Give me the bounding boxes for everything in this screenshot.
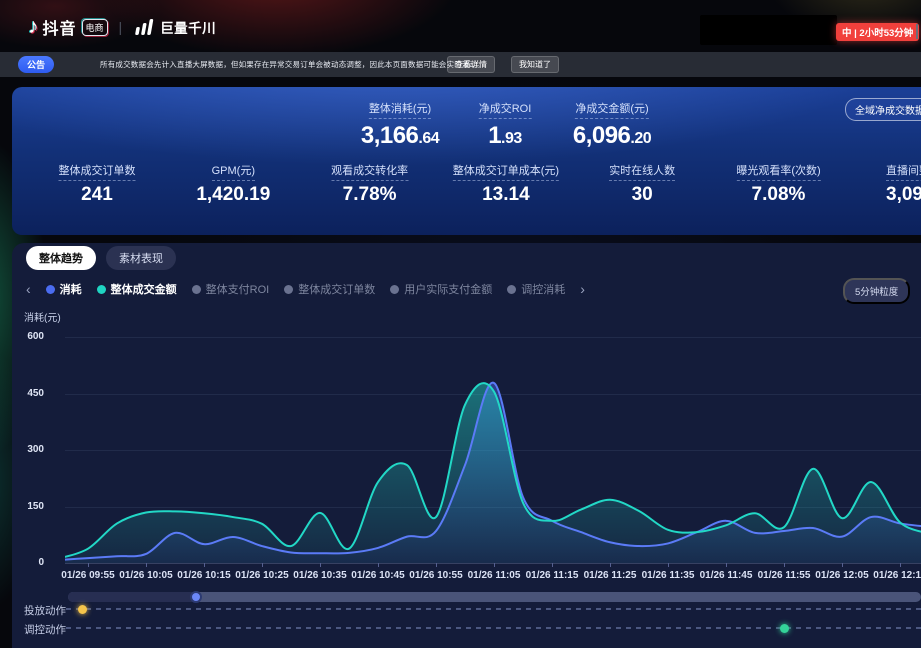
metric-value: 7.78% [331, 184, 408, 206]
legend-scroll-left-icon[interactable]: ‹ [26, 283, 31, 295]
metric-label: 净成交金额(元) [575, 100, 648, 119]
metric-label: 观看成交转化率 [331, 162, 408, 181]
legend-label: 整体成交金额 [111, 281, 177, 297]
secondary-metric: GPM(元) 1,420.19 [196, 161, 270, 206]
legend-dot-icon [390, 285, 399, 294]
metric-label: 整体成交订单数 [59, 162, 136, 181]
metric-label: 曝光观看率(次数) [736, 162, 820, 181]
y-axis-tick-label: 0 [16, 557, 44, 568]
metric-label: 整体成交订单成本(元) [453, 162, 559, 181]
trend-chart[interactable] [65, 330, 921, 566]
legend-label: 用户实际支付金额 [404, 281, 492, 297]
chart-scrollbar-viewed [68, 592, 196, 602]
legend-items: 消耗 整体成交金额 整体支付ROI 整体成交订单数 用户实际支付金额 调控消耗 [46, 281, 566, 297]
view-details-button[interactable]: 查看详情 [447, 56, 495, 73]
metric-value: 1,420.19 [196, 184, 270, 206]
metric-value: 7.08% [736, 184, 820, 206]
metric-int: 3,166 [361, 122, 419, 149]
action-row-timeline [66, 627, 921, 629]
data-scope-selector[interactable]: 全域净成交数据 ▾ [845, 98, 921, 121]
metric-value: 1.93 [479, 122, 532, 150]
action-marker-dot[interactable] [78, 605, 87, 614]
metric-dec: .20 [630, 130, 651, 147]
metric-value: 30 [609, 184, 675, 206]
brand-douyin: 抖音 [43, 15, 77, 39]
legend-item[interactable]: 消耗 [46, 281, 82, 297]
metric-dec: .93 [501, 130, 522, 147]
header-logo-row: ♪ 抖音 电商 | 巨量千川 [28, 15, 216, 39]
metric-label: 实时在线人数 [609, 162, 675, 181]
action-row-label: 投放动作 [24, 603, 66, 618]
notice-badge: 公告 [18, 56, 54, 73]
metric-label: 直播间整体成交金额(元) [886, 162, 921, 181]
metric-value: 3,09 [886, 184, 921, 206]
legend-dot-icon [507, 285, 516, 294]
y-axis-tick-label: 450 [16, 388, 44, 399]
legend-item[interactable]: 调控消耗 [507, 281, 565, 297]
y-axis-tick-label: 300 [16, 444, 44, 455]
legend-dot-icon [97, 285, 106, 294]
y-axis-title: 消耗(元) [24, 309, 61, 324]
metric-label: 净成交ROI [479, 100, 532, 119]
legend-label: 整体成交订单数 [298, 281, 375, 297]
tab-overall-trend[interactable]: 整体趋势 [26, 246, 96, 270]
secondary-metric: 整体成交订单数 241 [59, 161, 136, 206]
metric-int: 1 [488, 122, 501, 149]
legend-label: 整体支付ROI [206, 281, 270, 297]
redacted-account-info [700, 15, 837, 45]
trend-tabs: 整体趋势素材表现 [26, 246, 176, 270]
ecommerce-badge: 电商 [82, 19, 108, 36]
live-duration-badge: 中 | 2小时53分钟 [836, 23, 919, 41]
metric-value: 13.14 [453, 184, 559, 206]
primary-metric: 净成交金额(元) 6,096.20 [573, 99, 651, 150]
legend-scroll-right-icon[interactable]: › [580, 283, 585, 295]
brand-qianchuan: 巨量千川 [160, 17, 216, 37]
notice-bar: 公告 所有成交数据会先计入直播大屏数据，但如果存在异常交易订单会被动态调整，因此… [0, 52, 921, 77]
chart-scrollbar-handle[interactable] [190, 591, 202, 603]
action-row-timeline [66, 608, 921, 610]
douyin-note-icon: ♪ [28, 17, 39, 37]
legend-item[interactable]: 整体成交订单数 [284, 281, 375, 297]
legend-label: 消耗 [60, 281, 82, 297]
metric-value: 6,096.20 [573, 122, 651, 150]
secondary-metric: 观看成交转化率 7.78% [331, 161, 408, 206]
metric-label: GPM(元) [212, 162, 255, 181]
legend-dot-icon [284, 285, 293, 294]
legend-item[interactable]: 整体成交金额 [97, 281, 177, 297]
legend-item[interactable]: 整体支付ROI [192, 281, 270, 297]
legend-label: 调控消耗 [521, 281, 565, 297]
series-area-1 [65, 383, 921, 563]
legend-dot-icon [192, 285, 201, 294]
y-axis-tick-label: 150 [16, 501, 44, 512]
tab-material-performance[interactable]: 素材表现 [106, 246, 176, 270]
got-it-button[interactable]: 我知道了 [511, 56, 559, 73]
secondary-metric: 实时在线人数 30 [609, 161, 675, 206]
data-scope-label: 全域净成交数据 [855, 106, 921, 117]
metric-label: 整体消耗(元) [369, 100, 431, 119]
y-axis-tick-label: 600 [16, 331, 44, 342]
secondary-metric: 直播间整体成交金额(元) 3,09 [886, 161, 921, 206]
dashboard-root: ♪ 抖音 电商 | 巨量千川 中 | 2小时53分钟 公告 所有成交数据会先计入… [0, 0, 921, 648]
granularity-selector[interactable]: 5分钟粒度 [843, 278, 910, 304]
qianchuan-bars-icon [133, 18, 155, 36]
secondary-metric: 曝光观看率(次数) 7.08% [736, 161, 820, 206]
notice-text: 所有成交数据会先计入直播大屏数据，但如果存在异常交易订单会被动态调整，因此本页面… [100, 59, 485, 70]
x-axis-label: 01/26 12:15 [865, 570, 921, 581]
action-row-label: 调控动作 [24, 622, 66, 637]
metric-value: 241 [59, 184, 136, 206]
chart-legend-row: ‹ 消耗 整体成交金额 整体支付ROI 整体成交订单数 用户实际支付金额 调控消耗 › [26, 281, 585, 297]
metric-int: 6,096 [573, 122, 631, 149]
primary-metric: 净成交ROI 1.93 [479, 99, 532, 150]
metric-dec: .64 [418, 130, 439, 147]
primary-metric: 整体消耗(元) 3,166.64 [361, 99, 439, 150]
logo-divider: | [119, 19, 123, 35]
action-marker-dot[interactable] [780, 624, 789, 633]
header-divider [916, 24, 918, 39]
secondary-metric: 整体成交订单成本(元) 13.14 [453, 161, 559, 206]
legend-item[interactable]: 用户实际支付金额 [390, 281, 492, 297]
metric-value: 3,166.64 [361, 122, 439, 150]
legend-dot-icon [46, 285, 55, 294]
